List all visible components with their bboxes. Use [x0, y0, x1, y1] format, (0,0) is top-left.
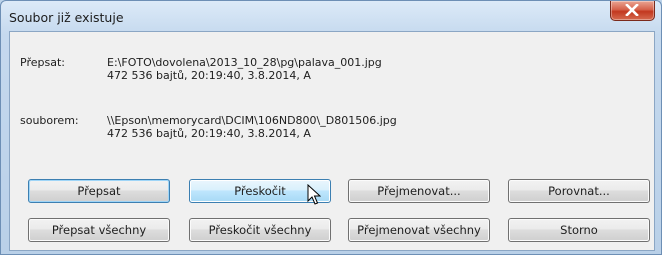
dialog-content: Přepsat: E:\FOTO\dovolena\2013_10_28\pg\…	[9, 31, 655, 251]
source-label: souborem:	[20, 114, 79, 127]
title-bar[interactable]: Soubor již existuje	[1, 1, 661, 31]
overwrite-path: E:\FOTO\dovolena\2013_10_28\pg\palava_00…	[107, 56, 382, 69]
overwrite-button[interactable]: Přepsat	[28, 179, 170, 203]
compare-button[interactable]: Porovnat...	[508, 179, 650, 203]
cancel-button[interactable]: Storno	[508, 218, 650, 242]
source-path: \\Epson\memorycard\DCIM\106ND800\_D80150…	[107, 114, 397, 127]
skip-all-button[interactable]: Přeskočit všechny	[189, 218, 331, 242]
dialog-title: Soubor již existuje	[9, 10, 124, 25]
mouse-cursor-icon	[307, 184, 321, 205]
rename-button[interactable]: Přejmenovat...	[348, 179, 490, 203]
dialog-window: Soubor již existuje Přepsat: E:\FOTO\dov…	[0, 0, 662, 255]
source-details: 472 536 bajtů, 20:19:40, 3.8.2014, A	[107, 127, 311, 140]
overwrite-details: 472 536 bajtů, 20:19:40, 3.8.2014, A	[107, 69, 311, 82]
close-button[interactable]	[610, 1, 655, 21]
overwrite-all-button[interactable]: Přepsat všechny	[28, 218, 170, 242]
close-icon	[625, 4, 639, 16]
overwrite-label: Přepsat:	[20, 56, 65, 69]
rename-all-button[interactable]: Přejmenovat všechny	[348, 218, 490, 242]
